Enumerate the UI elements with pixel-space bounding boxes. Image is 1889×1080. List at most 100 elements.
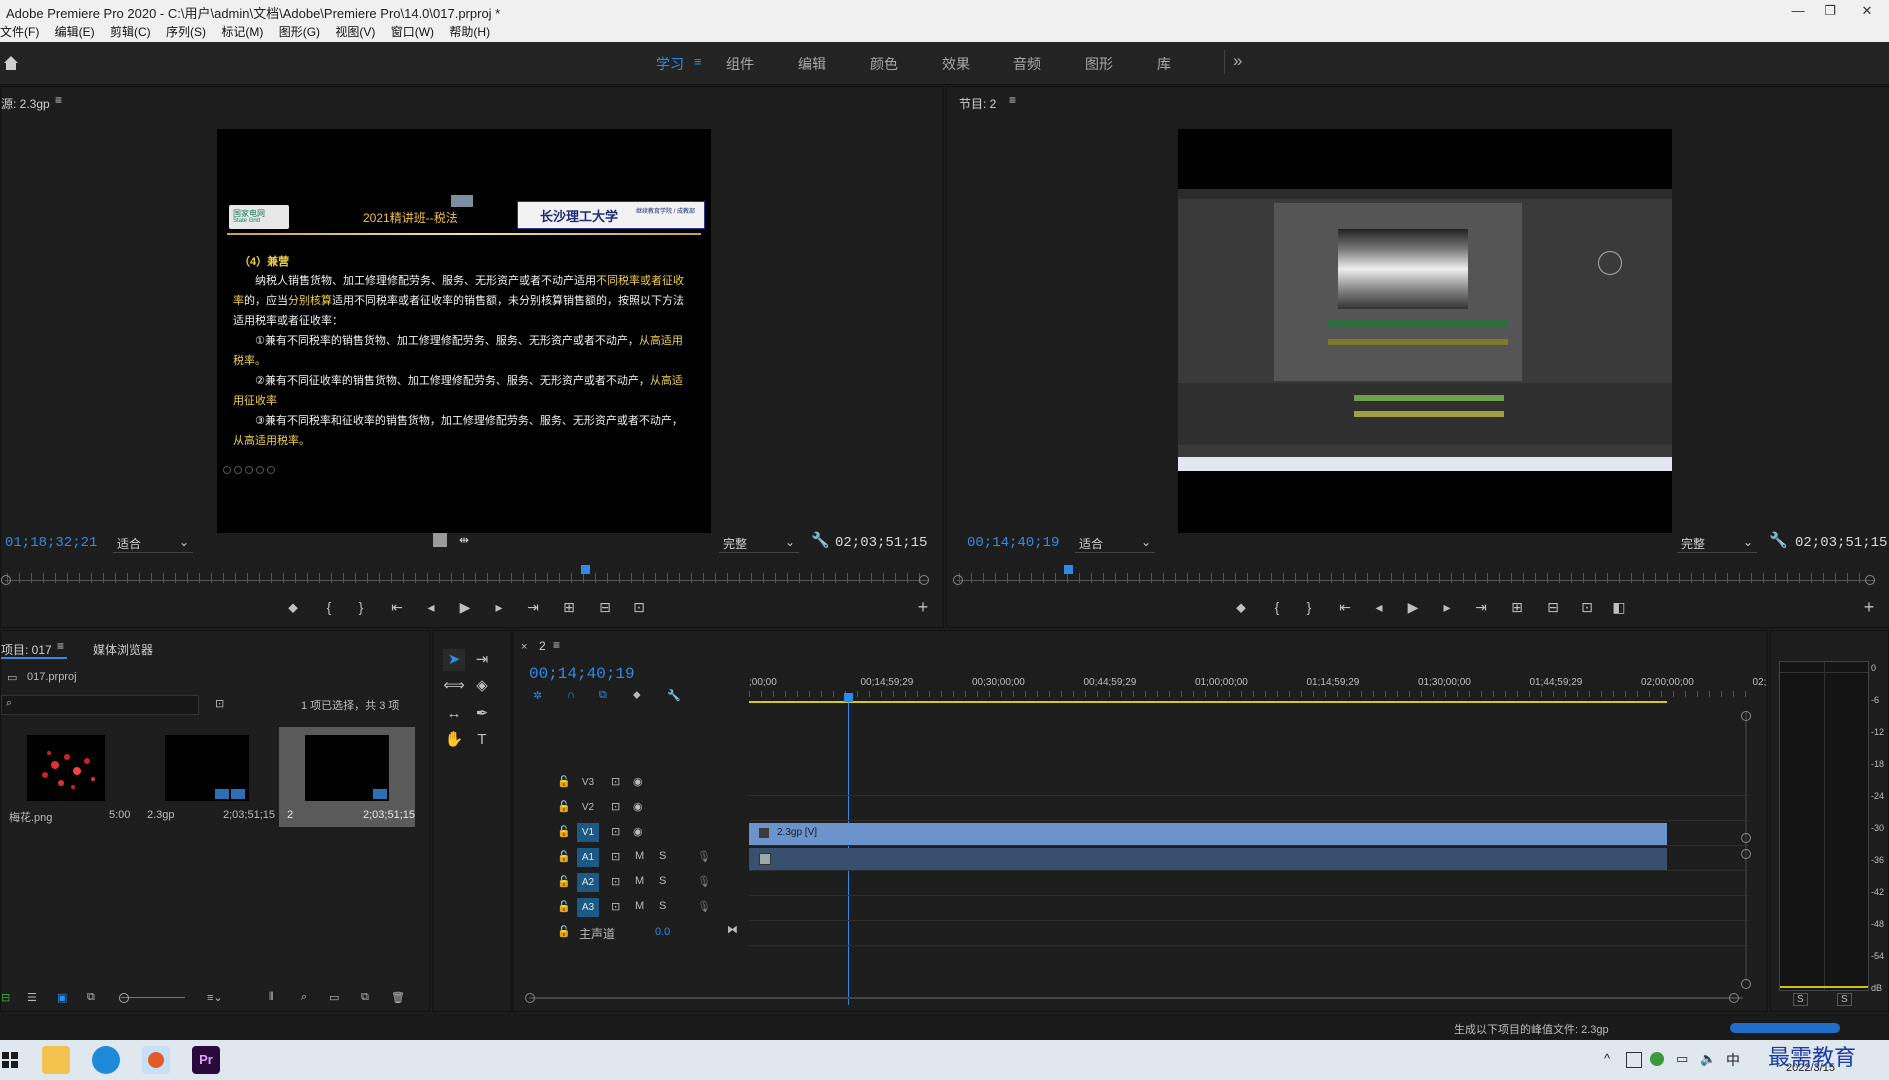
sync-lock-icon[interactable]: ⊡ bbox=[611, 800, 620, 813]
program-playhead[interactable] bbox=[1064, 565, 1074, 574]
track-label-v2[interactable]: V2 bbox=[577, 798, 599, 817]
menu-window[interactable]: 窗口(W) bbox=[391, 22, 434, 42]
add-button-icon[interactable]: + bbox=[1859, 597, 1879, 618]
freeform-view-icon[interactable]: ⧉ bbox=[87, 991, 95, 1004]
extract-icon[interactable]: ⊟ bbox=[1543, 599, 1563, 616]
tab-project[interactable]: 项目: 017 bbox=[1, 641, 52, 658]
menu-help[interactable]: 帮助(H) bbox=[449, 22, 490, 42]
program-zoom-dropdown[interactable]: 适合 ⌄ bbox=[1075, 535, 1155, 553]
tab-audio[interactable]: 音频 bbox=[1013, 54, 1041, 74]
panel-menu-icon[interactable]: ≡ bbox=[55, 93, 62, 107]
work-area-bar[interactable] bbox=[749, 701, 1667, 703]
trash-icon[interactable]: 🗑 bbox=[391, 991, 405, 1004]
mic-icon[interactable]: 🎙 bbox=[697, 900, 711, 913]
tab-media-browser[interactable]: 媒体浏览器 bbox=[93, 641, 153, 658]
app-icon[interactable] bbox=[142, 1046, 170, 1074]
add-marker-icon[interactable]: ⬥ bbox=[283, 599, 303, 616]
list-view-icon[interactable]: ☰ bbox=[27, 991, 37, 1004]
panel-menu-icon[interactable]: ≡ bbox=[553, 638, 560, 652]
menu-file[interactable]: 文件(F) bbox=[0, 22, 39, 42]
new-item-icon[interactable]: ⧉ bbox=[361, 991, 369, 1004]
sync-lock-icon[interactable]: ⊡ bbox=[611, 825, 620, 838]
program-time-ruler[interactable] bbox=[959, 573, 1871, 583]
horizontal-scrollbar[interactable] bbox=[529, 997, 1743, 999]
drag-video-icon[interactable]: ⇹ bbox=[459, 533, 469, 547]
project-search-input[interactable]: ⌕ bbox=[1, 695, 199, 715]
eye-icon[interactable]: ◉ bbox=[633, 800, 643, 813]
add-marker-icon[interactable]: ⬥ bbox=[1231, 599, 1251, 616]
slip-tool-icon[interactable]: ↔ bbox=[443, 703, 465, 725]
go-to-out-icon[interactable]: ⇥ bbox=[1471, 599, 1491, 616]
play-icon[interactable]: ▶ bbox=[455, 599, 475, 616]
tray-icon[interactable] bbox=[1626, 1052, 1642, 1068]
mark-in-icon[interactable]: { bbox=[319, 599, 339, 615]
comparison-view-icon[interactable]: ◧ bbox=[1609, 599, 1629, 616]
hand-tool-icon[interactable]: ✋ bbox=[443, 729, 465, 751]
solo-button[interactable]: S bbox=[659, 900, 666, 912]
sync-lock-icon[interactable]: ⊡ bbox=[611, 850, 620, 863]
premiere-pro-icon[interactable]: Pr bbox=[192, 1046, 220, 1074]
lock-icon[interactable]: 🔓 bbox=[557, 925, 571, 938]
menu-sequence[interactable]: 序列(S) bbox=[166, 22, 206, 42]
menu-edit[interactable]: 编辑(E) bbox=[55, 22, 95, 42]
timeline-timecode[interactable]: 00;14;40;19 bbox=[529, 665, 635, 683]
more-workspaces-icon[interactable]: » bbox=[1233, 51, 1242, 71]
sync-lock-icon[interactable]: ⊡ bbox=[611, 875, 620, 888]
lock-icon[interactable]: ⊟ bbox=[1, 991, 10, 1004]
mark-out-icon[interactable]: } bbox=[351, 599, 371, 615]
tab-learn[interactable]: 学习 bbox=[656, 54, 684, 74]
ime-indicator[interactable]: 中 bbox=[1726, 1050, 1740, 1070]
system-tray-chevron-icon[interactable]: ^ bbox=[1604, 1051, 1610, 1066]
home-icon[interactable] bbox=[2, 54, 20, 72]
find-icon[interactable]: ⌕ bbox=[301, 991, 307, 1004]
timeline-settings-icon[interactable]: 🔧 bbox=[667, 689, 681, 702]
volume-icon[interactable]: 🔈 bbox=[1700, 1051, 1716, 1067]
workspace-menu-icon[interactable]: ≡ bbox=[694, 54, 702, 69]
menu-view[interactable]: 视图(V) bbox=[335, 22, 375, 42]
zoom-handle-right[interactable] bbox=[919, 575, 929, 585]
razor-tool-icon[interactable]: ◈ bbox=[471, 675, 493, 697]
lock-icon[interactable]: 🔓 bbox=[557, 800, 571, 813]
mute-button[interactable]: M bbox=[635, 900, 644, 912]
windows-start-icon[interactable] bbox=[2, 1052, 18, 1068]
safe-margins-icon[interactable] bbox=[433, 533, 447, 547]
snap-icon[interactable]: ∩ bbox=[567, 689, 575, 701]
source-timecode[interactable]: 01;18;32;21 bbox=[5, 535, 97, 551]
type-tool-icon[interactable]: T bbox=[471, 729, 493, 751]
network-icon[interactable]: ▭ bbox=[1676, 1051, 1688, 1067]
tab-assembly[interactable]: 组件 bbox=[726, 54, 754, 74]
track-label-v3[interactable]: V3 bbox=[577, 773, 599, 792]
track-select-tool-icon[interactable]: ⇥ bbox=[471, 649, 493, 671]
panel-menu-icon[interactable]: ≡ bbox=[1009, 93, 1016, 107]
automate-to-sequence-icon[interactable]: ⫴ bbox=[269, 991, 274, 1004]
nest-toggle-icon[interactable]: ✲ bbox=[533, 689, 542, 702]
scroll-handle[interactable] bbox=[1741, 849, 1751, 859]
lock-icon[interactable]: 🔓 bbox=[557, 900, 571, 913]
vertical-scrollbar[interactable] bbox=[1745, 711, 1747, 981]
master-volume-value[interactable]: 0.0 bbox=[655, 926, 670, 938]
solo-button[interactable]: S bbox=[659, 850, 666, 862]
track-label-a1[interactable]: A1 bbox=[577, 848, 599, 867]
zoom-slider-handle[interactable] bbox=[119, 993, 129, 1003]
mic-icon[interactable]: 🎙 bbox=[697, 850, 711, 863]
wrench-icon[interactable]: 🔧 bbox=[811, 531, 830, 549]
menu-graphics[interactable]: 图形(G) bbox=[279, 22, 320, 42]
zoom-slider[interactable] bbox=[121, 997, 185, 998]
zoom-handle-right[interactable] bbox=[1865, 575, 1875, 585]
tab-color[interactable]: 颜色 bbox=[870, 54, 898, 74]
step-forward-icon[interactable]: ▸ bbox=[489, 599, 509, 616]
file-explorer-icon[interactable] bbox=[42, 1046, 70, 1074]
mark-out-icon[interactable]: } bbox=[1299, 599, 1319, 615]
mark-in-icon[interactable]: { bbox=[1267, 599, 1287, 615]
tab-sequence[interactable]: 2 bbox=[539, 639, 546, 653]
tab-graphics[interactable]: 图形 bbox=[1085, 54, 1113, 74]
tray-icon[interactable] bbox=[1650, 1052, 1664, 1066]
zoom-handle-left[interactable] bbox=[953, 575, 963, 585]
timeline-ruler-labels[interactable]: ;00;00 00;14;59;29 00;30;00;00 00;44;59;29 0… bbox=[749, 677, 1766, 691]
project-item-2-sequence[interactable]: 2 2;03;51;15 bbox=[279, 727, 415, 827]
solo-left-button[interactable]: S bbox=[1793, 993, 1808, 1006]
track-label-v1[interactable]: V1 bbox=[577, 823, 599, 842]
pen-tool-icon[interactable]: ✒ bbox=[471, 703, 493, 725]
mic-icon[interactable]: 🎙 bbox=[697, 875, 711, 888]
overwrite-icon[interactable]: ⊟ bbox=[595, 599, 615, 616]
